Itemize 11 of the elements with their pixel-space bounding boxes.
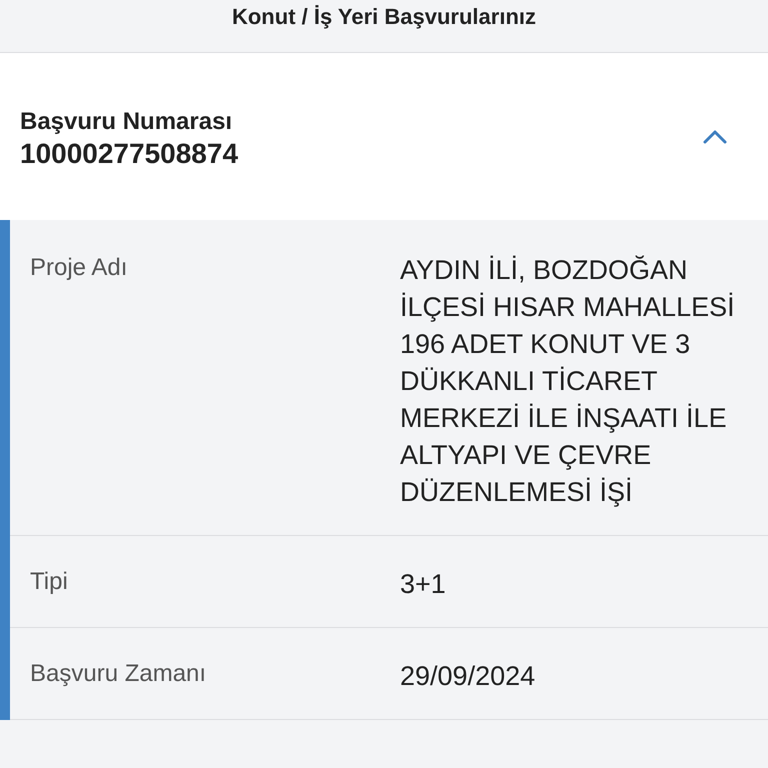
application-number: 10000277508874 xyxy=(20,138,238,170)
detail-value: 29/09/2024 xyxy=(400,660,536,693)
chevron-icon[interactable] xyxy=(702,128,728,144)
page-title: Konut / İş Yeri Başvurularınız xyxy=(232,3,536,30)
detail-label: Proje Adı xyxy=(30,253,128,283)
detail-label: Tipi xyxy=(30,567,69,597)
application-header[interactable]: Başvuru Numarası 10000277508874 xyxy=(0,53,768,220)
detail-value: 3+1 xyxy=(400,568,447,601)
detail-value: AYDIN İLİ, BOZDOĞAN İLÇESİ HISAR MAHALLESİ 196 ADET KONUT VE 3 DÜKKANLI TİCARET MERKEZİ İLE İNŞAATI İLE ALTYAPI VE ÇEVRE DÜZENLEMESİ İŞİ xyxy=(400,254,736,509)
application-number-label: Başvuru Numarası xyxy=(20,108,234,136)
detail-label: Başvuru Zamanı xyxy=(30,659,208,689)
